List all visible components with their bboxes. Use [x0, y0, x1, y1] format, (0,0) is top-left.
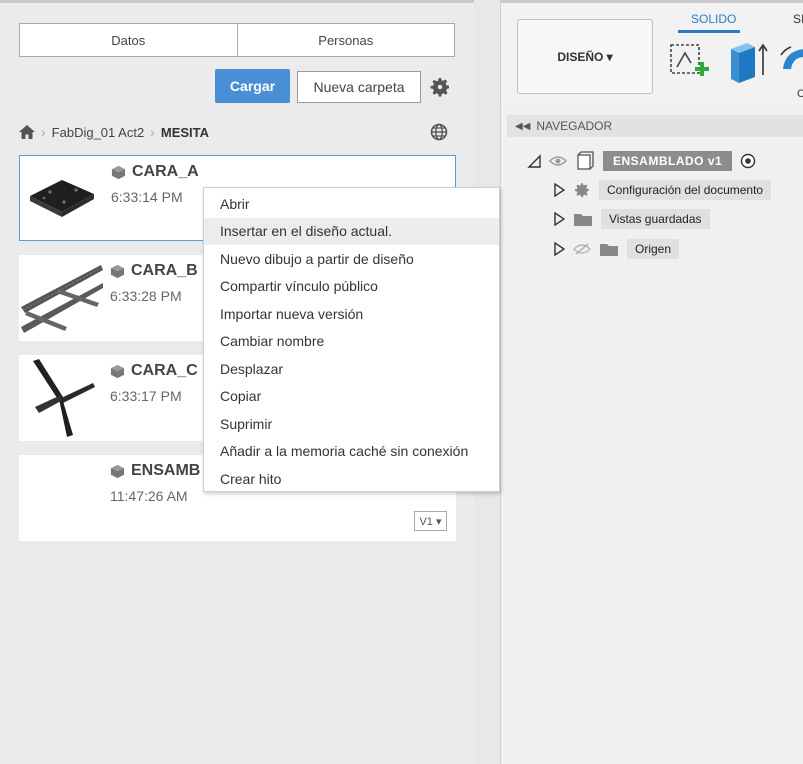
- tool-label: C: [797, 88, 803, 100]
- file-name: CARA_B: [110, 262, 198, 280]
- menu-item-copy[interactable]: Copiar: [204, 383, 499, 411]
- file-thumbnail: [21, 265, 103, 333]
- workspace-dropdown[interactable]: DISEÑO ▾: [517, 19, 653, 94]
- breadcrumb-folder: MESITA: [160, 124, 210, 140]
- menu-item-move[interactable]: Desplazar: [204, 355, 499, 383]
- revolve-icon[interactable]: [777, 43, 803, 83]
- folder-icon: [600, 244, 618, 256]
- tab-personas[interactable]: Personas: [236, 24, 455, 56]
- globe-icon[interactable]: [430, 123, 448, 141]
- chevron-right-icon: ›: [150, 124, 155, 140]
- menu-item-share-link[interactable]: Compartir vínculo público: [204, 273, 499, 301]
- tree-node[interactable]: Configuración del documento: [553, 179, 772, 201]
- collapse-icon[interactable]: ◀◀: [515, 121, 530, 132]
- file-name: CARA_C: [110, 362, 198, 380]
- menu-item-milestone[interactable]: Crear hito: [204, 465, 499, 493]
- extrude-icon[interactable]: [725, 39, 769, 87]
- menu-item-delete[interactable]: Suprimir: [204, 410, 499, 438]
- chevron-right-icon: ›: [41, 124, 46, 140]
- cube-icon: [110, 364, 125, 378]
- file-name: ENSAMB: [110, 462, 200, 480]
- menu-item-offline-cache[interactable]: Añadir a la memoria caché sin conexión: [204, 438, 499, 466]
- tree-root[interactable]: ENSAMBLADO v1: [527, 150, 756, 172]
- tree-node-label: Configuración del documento: [599, 180, 772, 200]
- eye-icon[interactable]: [549, 154, 567, 168]
- collapsed-triangle-icon[interactable]: [553, 242, 565, 256]
- menu-item-open[interactable]: Abrir: [204, 190, 499, 218]
- navigator-header[interactable]: ◀◀ NAVEGADOR: [507, 115, 803, 137]
- navigator-title: NAVEGADOR: [536, 119, 613, 133]
- tab-solido[interactable]: SOLIDO: [691, 12, 736, 26]
- breadcrumb-project[interactable]: FabDig_01 Act2: [52, 125, 145, 140]
- upload-button[interactable]: Cargar: [215, 69, 290, 103]
- collapsed-triangle-icon[interactable]: [553, 212, 565, 226]
- file-time: 11:47:26 AM: [110, 488, 188, 504]
- menu-item-import-version[interactable]: Importar nueva versión: [204, 300, 499, 328]
- tab-next[interactable]: SI: [793, 12, 803, 26]
- gear-icon: [574, 183, 589, 198]
- collapsed-triangle-icon[interactable]: [553, 183, 565, 197]
- toolbar: DISEÑO ▾ SOLIDO SI C: [501, 0, 803, 104]
- version-dropdown[interactable]: V1 ▾: [414, 511, 447, 531]
- breadcrumb: › FabDig_01 Act2 › MESITA: [19, 124, 209, 140]
- home-icon[interactable]: [19, 125, 35, 139]
- cube-icon: [110, 264, 125, 278]
- folder-icon: [574, 214, 592, 226]
- eye-hidden-icon[interactable]: [573, 242, 591, 256]
- tree-node[interactable]: Vistas guardadas: [553, 208, 710, 230]
- tree-node-label: Origen: [627, 239, 680, 259]
- context-menu: Abrir Insertar en el diseño actual. Nuev…: [203, 187, 500, 492]
- component-icon: [577, 151, 594, 170]
- menu-item-insert-into-design[interactable]: Insertar en el diseño actual.: [204, 217, 499, 245]
- tree-node[interactable]: Origen: [553, 238, 680, 260]
- file-thumbnail: [19, 455, 103, 539]
- tab-active-indicator: [678, 30, 740, 33]
- file-time: 6:33:17 PM: [110, 388, 182, 404]
- cube-icon: [110, 464, 125, 478]
- tree-node-label: Vistas guardadas: [601, 209, 710, 229]
- tree-root-label: ENSAMBLADO v1: [603, 151, 733, 171]
- design-panel: DISEÑO ▾ SOLIDO SI C ◀◀ NAVEGADOR ENSAMB…: [500, 0, 803, 764]
- file-time: 6:33:28 PM: [110, 288, 182, 304]
- file-thumbnail: [30, 180, 94, 217]
- gear-icon[interactable]: [428, 75, 452, 99]
- file-thumbnail: [33, 359, 95, 437]
- cube-icon: [111, 165, 126, 179]
- activate-radio-icon[interactable]: [740, 153, 756, 169]
- menu-item-rename[interactable]: Cambiar nombre: [204, 328, 499, 356]
- expand-triangle-icon[interactable]: [527, 154, 541, 168]
- tab-datos[interactable]: Datos: [20, 24, 237, 56]
- file-name: CARA_A: [111, 163, 199, 181]
- new-folder-button[interactable]: Nueva carpeta: [297, 71, 421, 103]
- panel-tabs: Datos Personas: [19, 23, 455, 57]
- menu-item-new-drawing[interactable]: Nuevo dibujo a partir de diseño: [204, 245, 499, 273]
- file-time: 6:33:14 PM: [111, 189, 183, 205]
- create-sketch-icon[interactable]: [667, 41, 713, 87]
